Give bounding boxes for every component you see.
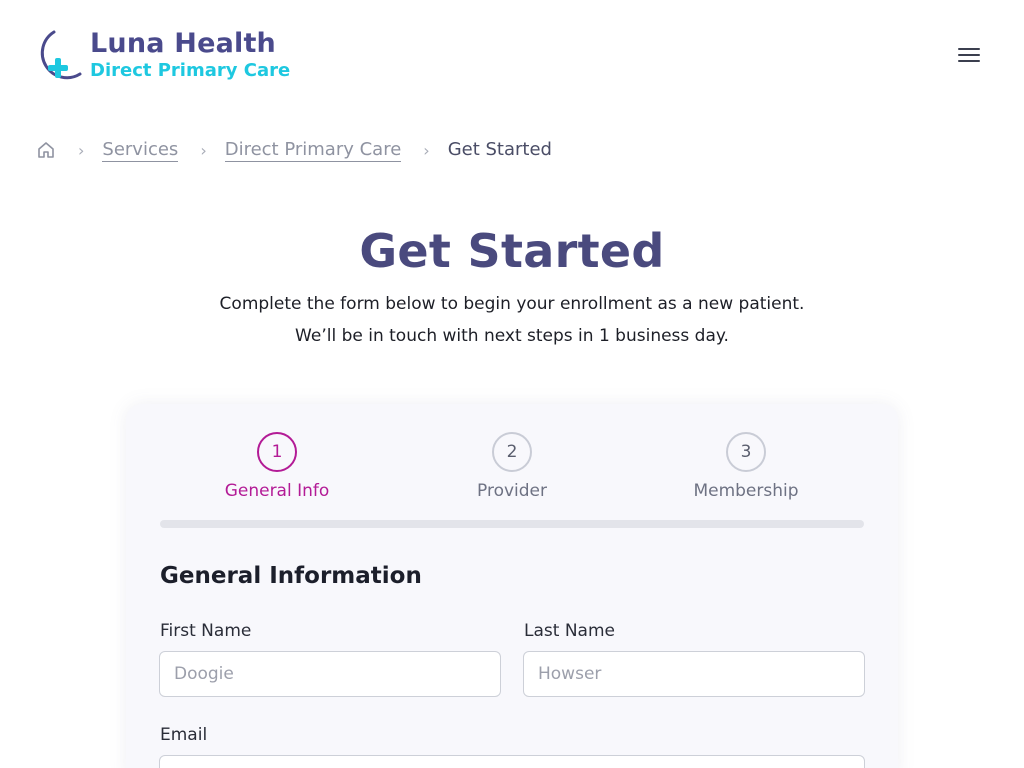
breadcrumb: › Services › Direct Primary Care › Get S… <box>36 136 552 164</box>
chevron-right-icon: › <box>200 140 207 160</box>
brand-tagline: Direct Primary Care <box>90 60 291 81</box>
chevron-right-icon: › <box>78 140 85 160</box>
step-label: General Info <box>224 481 330 501</box>
hamburger-icon[interactable] <box>958 48 980 64</box>
last-name-label: Last Name <box>524 621 615 641</box>
intro-text-line-1: Complete the form below to begin your en… <box>219 294 805 314</box>
chevron-right-icon: › <box>423 140 430 160</box>
brand-logo[interactable]: Luna Health Direct Primary Care <box>32 28 290 84</box>
step-label: Provider <box>477 481 547 501</box>
page-title: Get Started <box>359 224 665 278</box>
section-title: General Information <box>160 563 422 589</box>
step-number-badge: 3 <box>726 432 766 472</box>
moon-cross-logo-icon <box>32 28 84 84</box>
step-number-badge: 1 <box>257 432 297 472</box>
breadcrumb-current: Get Started <box>447 139 552 160</box>
email-input[interactable] <box>159 755 865 768</box>
breadcrumb-services-link[interactable]: Services <box>102 139 179 162</box>
steps-progress-bar <box>160 520 864 528</box>
last-name-input[interactable] <box>523 651 865 697</box>
email-label: Email <box>160 725 208 745</box>
step-provider[interactable]: 2 Provider <box>412 432 612 501</box>
first-name-label: First Name <box>160 621 252 641</box>
breadcrumb-direct-primary-care-link[interactable]: Direct Primary Care <box>224 139 402 162</box>
intro-text-line-2: We’ll be in touch with next steps in 1 b… <box>295 326 729 346</box>
step-label: Membership <box>693 481 799 501</box>
first-name-input[interactable] <box>159 651 501 697</box>
enrollment-steps: 1 General Info 2 Provider 3 Membership <box>160 432 864 512</box>
step-general-info[interactable]: 1 General Info <box>177 432 377 501</box>
home-icon[interactable] <box>36 140 56 160</box>
step-number-badge: 2 <box>492 432 532 472</box>
brand-name: Luna Health <box>90 28 276 59</box>
step-membership[interactable]: 3 Membership <box>646 432 846 501</box>
